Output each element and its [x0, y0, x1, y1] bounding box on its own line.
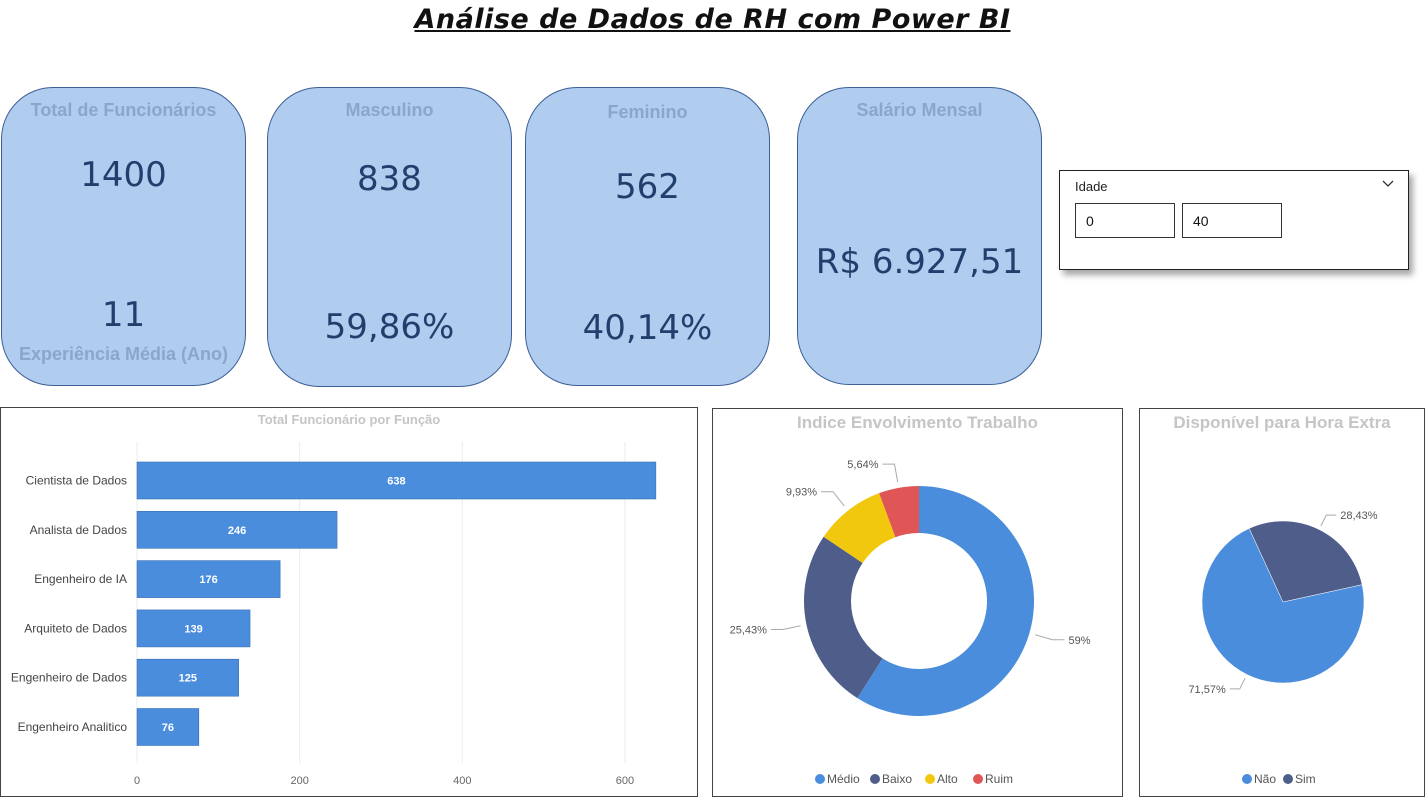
data-label: 28,43%: [1340, 510, 1378, 522]
donut-chart-panel: Indice Envolvimento Trabalho 59% 25,43% 9,…: [712, 408, 1123, 797]
x-tick-label: 600: [616, 775, 634, 787]
pie-chart: 71,57% 28,43% Não Sim: [1188, 510, 1378, 786]
legend-marker: [1283, 774, 1293, 784]
donut-slice: [804, 536, 883, 699]
kpi-value-female: 562: [615, 167, 680, 207]
legend-label: Sim: [1295, 772, 1316, 786]
data-label: 59%: [1068, 635, 1090, 647]
kpi-card-male[interactable]: Masculino 838 59,86%: [267, 87, 512, 387]
legend-marker: [1242, 774, 1252, 784]
legend-label: Baixo: [882, 772, 912, 786]
legend-label: Ruim: [985, 772, 1013, 786]
slicer-label: Idade: [1075, 179, 1108, 194]
y-tick-label: Engenheiro de IA: [34, 572, 127, 586]
legend-label: Alto: [937, 772, 958, 786]
leader-line: [1229, 677, 1246, 690]
y-tick-label: Engenheiro de Dados: [11, 671, 127, 685]
data-label: 125: [179, 673, 197, 685]
x-tick-label: 200: [290, 775, 308, 787]
y-tick-label: Cientista de Dados: [26, 474, 127, 488]
legend-marker: [815, 774, 825, 784]
data-label: 9,93%: [786, 487, 817, 499]
kpi-value-male: 838: [357, 159, 422, 199]
data-label: 246: [228, 525, 246, 537]
legend-marker: [925, 774, 935, 784]
legend-label: Não: [1254, 772, 1276, 786]
kpi-value-salary: R$ 6.927,51: [815, 242, 1024, 282]
age-max-input[interactable]: [1182, 203, 1282, 238]
data-label: 139: [184, 623, 202, 635]
page-title: Análise de Dados de RH com Power BI: [414, 4, 1011, 35]
y-tick-label: Arquiteto de Dados: [24, 621, 127, 635]
chevron-down-icon[interactable]: [1382, 177, 1394, 192]
y-tick-label: Analista de Dados: [30, 523, 127, 537]
leader-line: [821, 491, 845, 507]
kpi-percent-female: 40,14%: [582, 308, 713, 348]
donut-chart: 59% 25,43% 9,93% 5,64% Médio Baixo Alto Ruim: [730, 459, 1091, 786]
x-tick-label: 0: [134, 775, 140, 787]
age-min-input[interactable]: [1075, 203, 1175, 238]
age-slicer[interactable]: Idade: [1059, 170, 1409, 270]
leader-line: [1035, 634, 1065, 641]
kpi-label-total: Total de Funcionários: [30, 100, 217, 120]
kpi-value-experience: 11: [101, 295, 146, 335]
kpi-card-total[interactable]: Total de Funcionários 1400 11 Experiênci…: [1, 87, 246, 386]
bar-chart: 0 200 400 600 Cientista de Dados 638 Analista …: [11, 442, 657, 787]
leader-line: [770, 625, 801, 630]
kpi-value-total: 1400: [80, 155, 167, 195]
data-label: 638: [387, 476, 405, 488]
pie-chart-panel: Disponível para Hora Extra 71,57% 28,43% N…: [1139, 408, 1425, 797]
data-label: 71,57%: [1188, 684, 1226, 696]
bar-chart-panel: Total Funcionário por Função 0 200 400 600 C…: [0, 407, 698, 797]
kpi-card-salary[interactable]: Salário Mensal R$ 6.927,51: [797, 87, 1042, 385]
kpi-card-female[interactable]: Feminino 562 40,14%: [525, 87, 770, 386]
data-label: 176: [199, 574, 217, 586]
x-tick-label: 400: [453, 775, 471, 787]
kpi-label-female: Feminino: [607, 102, 688, 122]
data-label: 25,43%: [730, 624, 768, 636]
legend-marker: [973, 774, 983, 784]
kpi-label-male: Masculino: [345, 100, 434, 120]
leader-line: [1320, 514, 1337, 527]
legend-marker: [870, 774, 880, 784]
kpi-percent-male: 59,86%: [324, 307, 455, 347]
legend-label: Médio: [827, 772, 860, 786]
data-label: 76: [162, 722, 174, 734]
leader-line: [882, 463, 899, 482]
kpi-label-experience: Experiência Média (Ano): [18, 344, 229, 364]
y-tick-label: Engenheiro Analitico: [18, 720, 128, 734]
data-label: 5,64%: [847, 459, 878, 471]
kpi-label-salary: Salário Mensal: [856, 100, 983, 120]
